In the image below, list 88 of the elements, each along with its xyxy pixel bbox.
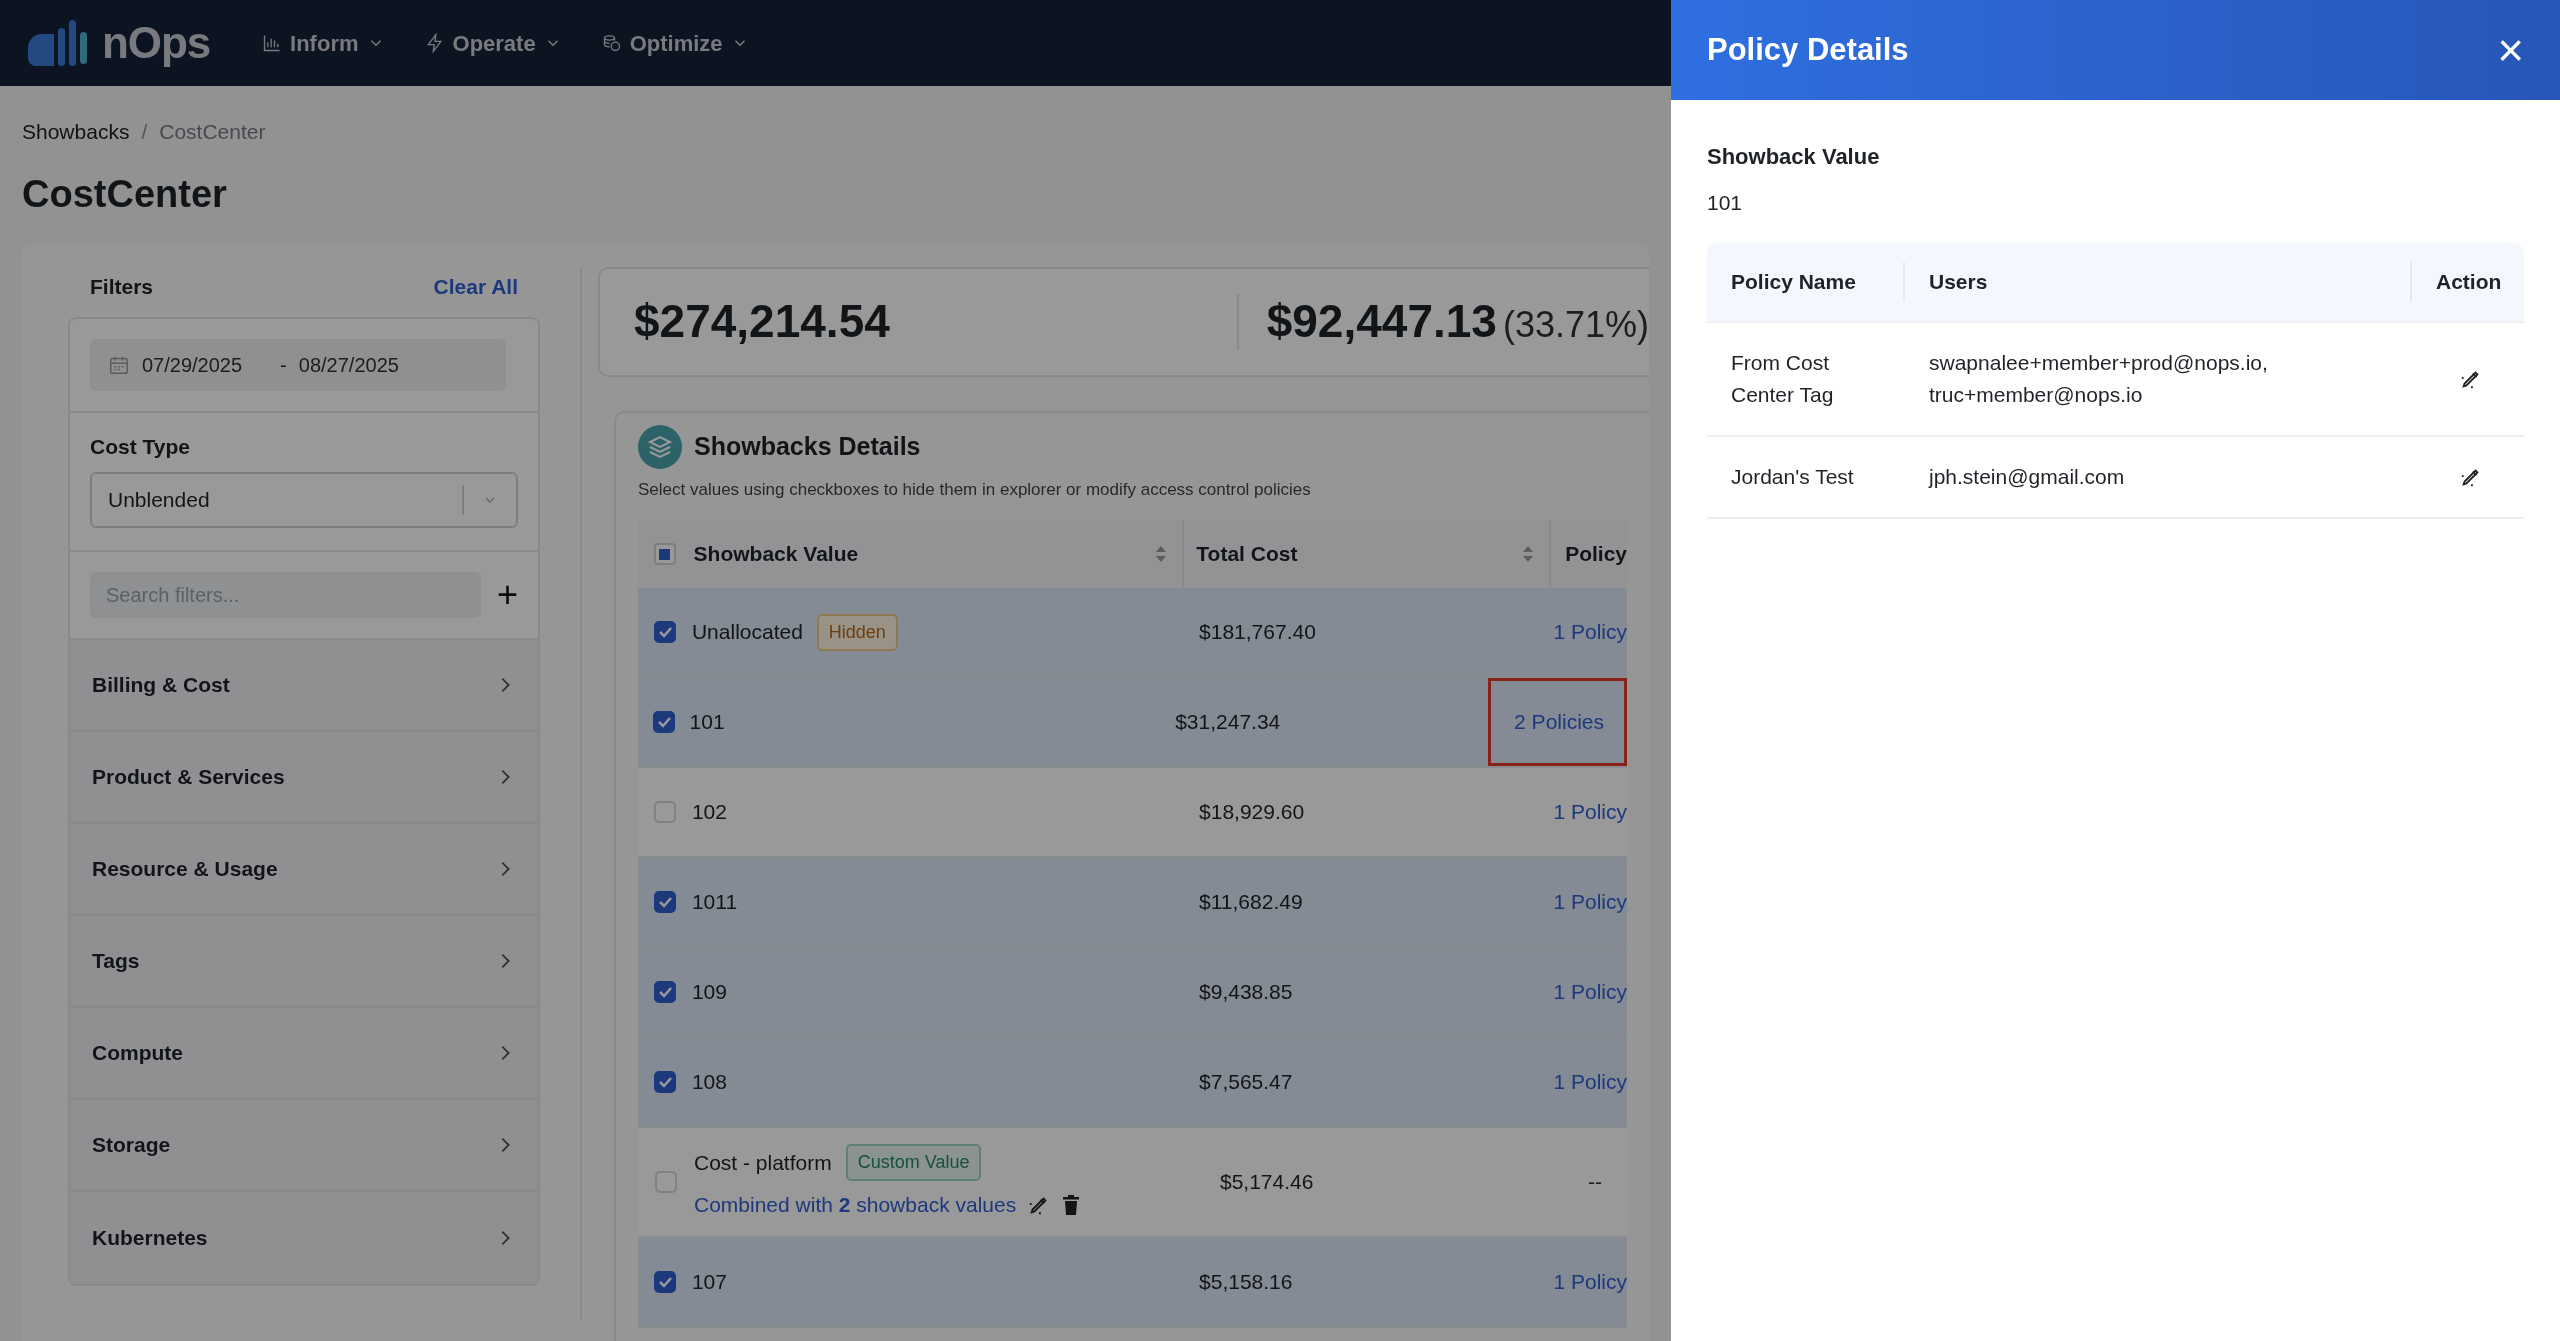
bar-chart-icon bbox=[262, 33, 283, 53]
trash-icon[interactable] bbox=[1062, 1194, 1081, 1215]
column-header[interactable]: Policy bbox=[1565, 538, 1627, 570]
breadcrumb-separator: / bbox=[141, 119, 148, 145]
policy-link[interactable]: 1 Policy bbox=[1553, 976, 1627, 1008]
breadcrumb-item[interactable]: Showbacks bbox=[22, 116, 130, 148]
total-cost: $274,214.54 bbox=[633, 294, 891, 349]
policy-name: Jordan's Test bbox=[1730, 463, 1855, 490]
clear-all-link[interactable]: Clear All bbox=[433, 270, 518, 303]
allocated-percentage: (33.71%) bbox=[1502, 303, 1649, 347]
filter-section[interactable]: Tags bbox=[70, 916, 538, 1008]
coins-icon bbox=[601, 33, 622, 53]
showback-value: 107 bbox=[691, 1269, 727, 1296]
breadcrumb-item: CostCenter bbox=[159, 119, 266, 145]
total-cost-cell-text: $5,174.46 bbox=[1219, 1169, 1315, 1196]
layers-icon bbox=[638, 424, 682, 469]
filter-section[interactable]: Compute bbox=[70, 1008, 538, 1100]
table-row[interactable]: 1011 $11,682.49 1 Policy bbox=[638, 858, 1627, 948]
policy-link[interactable]: -- bbox=[1588, 1166, 1602, 1198]
column-header: Action bbox=[2436, 268, 2502, 295]
checkbox[interactable] bbox=[653, 1071, 676, 1093]
nav-menu[interactable]: Operate bbox=[424, 26, 562, 60]
checkbox[interactable] bbox=[653, 621, 676, 643]
user-email: jph.stein@gmail.com bbox=[1929, 463, 2126, 490]
column-header[interactable]: Total Cost bbox=[1196, 538, 1522, 570]
total-cost-cell-text: $181,767.40 bbox=[1198, 619, 1317, 646]
details-subtitle: Select values using checkboxes to hide them in explorer or modify access control policies bbox=[638, 478, 1312, 501]
checkbox[interactable] bbox=[653, 981, 676, 1003]
sort-icon[interactable] bbox=[1521, 544, 1536, 564]
column-header: Policy Name bbox=[1731, 268, 1856, 295]
table-row[interactable]: 109 $9,438.85 1 Policy bbox=[638, 948, 1627, 1038]
showback-value: 102 bbox=[691, 799, 727, 826]
combined-values-link[interactable]: Combined with 2 showback values bbox=[694, 1188, 1017, 1221]
showback-value: 109 bbox=[691, 979, 727, 1006]
nav-menu[interactable]: Optimize bbox=[601, 26, 749, 60]
showback-value: 1011 bbox=[691, 889, 738, 916]
value-badge: Hidden bbox=[816, 613, 898, 651]
close-button[interactable]: × bbox=[2497, 27, 2524, 73]
table-row[interactable]: 101 $31,247.34 2 Policies bbox=[638, 678, 1627, 768]
cost-type-label: Cost Type bbox=[90, 433, 191, 460]
policy-link[interactable]: 1 Policy bbox=[1553, 616, 1627, 648]
allocated-cost: $92,447.13 bbox=[1266, 294, 1497, 349]
total-cost-cell-text: $7,565.47 bbox=[1198, 1069, 1294, 1096]
checkbox[interactable] bbox=[652, 711, 675, 733]
user-email: truc+member@nops.io bbox=[1929, 381, 2144, 408]
checkbox[interactable] bbox=[653, 891, 676, 913]
cost-type-select[interactable]: Unblended bbox=[90, 472, 518, 528]
value-badge: Custom Value bbox=[845, 1143, 982, 1181]
policy-link[interactable]: 2 Policies bbox=[1514, 706, 1604, 738]
modal-overlay[interactable] bbox=[0, 0, 1671, 1341]
total-cost-cell-text: $11,682.49 bbox=[1198, 889, 1304, 916]
total-cost-cell-text: $5,158.16 bbox=[1198, 1269, 1294, 1296]
policy-link[interactable]: 1 Policy bbox=[1553, 796, 1627, 828]
filter-section[interactable]: Kubernetes bbox=[70, 1192, 538, 1284]
column-header[interactable]: Showback Value bbox=[693, 538, 1155, 570]
sort-icon[interactable] bbox=[1154, 544, 1169, 564]
showback-value: Cost - platform bbox=[694, 1149, 832, 1176]
date-range-field[interactable]: 07/29/2025 - 08/27/2025 bbox=[90, 338, 506, 391]
field-value: 101 bbox=[1707, 190, 1744, 216]
total-cost-cell-text: $31,247.34 bbox=[1174, 709, 1282, 736]
select-all-checkbox[interactable] bbox=[653, 543, 676, 565]
details-title: Showbacks Details bbox=[694, 430, 921, 462]
filter-section[interactable]: Billing & Cost bbox=[70, 640, 538, 732]
policy-link[interactable]: 1 Policy bbox=[1553, 1266, 1627, 1298]
column-header: Users bbox=[1929, 268, 1988, 295]
policy-link[interactable]: 1 Policy bbox=[1553, 1066, 1627, 1098]
showback-value: 108 bbox=[691, 1069, 727, 1096]
showback-value: 101 bbox=[689, 709, 725, 736]
filters-title: Filters bbox=[90, 273, 154, 300]
nav-menu[interactable]: Inform bbox=[262, 26, 385, 60]
user-email: swapnalee+member+prod@nops.io, bbox=[1929, 349, 2269, 376]
showback-value: Unallocated bbox=[691, 619, 803, 646]
total-cost-cell-text: $9,438.85 bbox=[1198, 979, 1294, 1006]
logo-text: nOps bbox=[102, 17, 211, 69]
table-row[interactable]: 108 $7,565.47 1 Policy bbox=[638, 1038, 1627, 1128]
page-title: CostCenter bbox=[22, 171, 228, 217]
add-filter-button[interactable]: + bbox=[496, 577, 518, 613]
filter-section[interactable]: Product & Services bbox=[70, 732, 538, 824]
policy-name: From Cost Center Tag bbox=[1730, 349, 1835, 408]
filter-section[interactable]: Storage bbox=[70, 1100, 538, 1192]
filter-section[interactable]: Resource & Usage bbox=[70, 824, 538, 916]
field-label: Showback Value bbox=[1707, 143, 1881, 171]
table-row[interactable]: Unallocated Hidden $181,767.40 1 Policy bbox=[638, 588, 1627, 678]
table-row[interactable]: 107 $5,158.16 1 Policy bbox=[638, 1238, 1627, 1328]
drawer-title: Policy Details bbox=[1707, 30, 1909, 69]
policy-link[interactable]: 1 Policy bbox=[1553, 886, 1627, 918]
total-cost-cell-text: $18,929.60 bbox=[1198, 799, 1306, 826]
checkbox[interactable] bbox=[653, 1271, 676, 1293]
